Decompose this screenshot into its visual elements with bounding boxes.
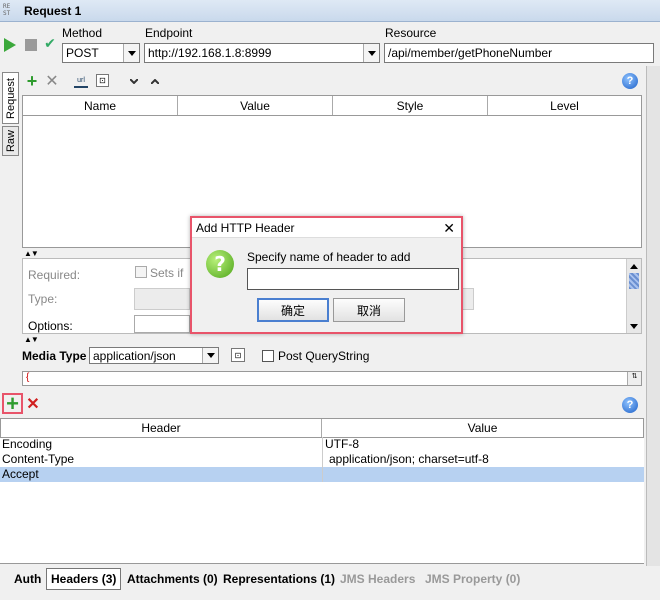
header-name-input[interactable]	[247, 268, 459, 290]
resize-icon[interactable]: ⊡	[96, 74, 109, 87]
method-select[interactable]: POST	[62, 43, 140, 63]
post-querystring-checkbox[interactable]	[262, 350, 274, 362]
table-row-selected[interactable]: Accept	[0, 467, 644, 482]
request-body-editor[interactable]: { ⇅	[22, 371, 642, 386]
cancel-button[interactable]: 取消	[333, 298, 405, 322]
type-select[interactable]	[134, 288, 190, 310]
dialog-title: Add HTTP Header	[196, 220, 295, 235]
dialog-prompt: Specify name of header to add	[247, 250, 411, 264]
headers-help-icon[interactable]: ?	[622, 397, 638, 413]
scroll-down-icon[interactable]	[627, 319, 641, 333]
options-label: Options:	[28, 319, 73, 333]
tab-representations[interactable]: Representations (1)	[223, 568, 335, 590]
chevron-down-icon	[123, 44, 139, 62]
media-type-select[interactable]: application/json	[89, 347, 219, 364]
question-icon: ?	[206, 250, 234, 278]
splitter-handle[interactable]: ▲▼	[24, 249, 39, 258]
tab-headers[interactable]: Headers (3)	[46, 568, 122, 590]
tab-raw-label: Raw	[4, 129, 17, 152]
column-header-style[interactable]: Style	[333, 96, 488, 115]
column-header-header[interactable]: Header	[1, 419, 322, 437]
url-icon[interactable]: url	[74, 74, 88, 88]
validate-icon[interactable]: ✔	[42, 36, 58, 52]
add-http-header-dialog: Add HTTP Header ✕ ? Specify name of head…	[190, 216, 463, 334]
title-bar: RE ST Request 1	[0, 0, 660, 22]
options-input[interactable]	[134, 315, 190, 333]
run-icon[interactable]	[3, 37, 17, 53]
header-name-cell[interactable]: Content-Type	[0, 452, 322, 467]
header-value-cell[interactable]: application/json; charset=utf-8	[322, 452, 644, 467]
remove-param-icon[interactable]: ✕	[45, 73, 59, 90]
type-label: Type:	[28, 292, 58, 306]
tab-jms-property[interactable]: JMS Property (0)	[425, 568, 520, 590]
table-row[interactable]: Content-Type application/json; charset=u…	[0, 452, 644, 467]
endpoint-select[interactable]: http://192.168.1.8:8999	[144, 43, 380, 63]
required-checkbox[interactable]	[135, 266, 147, 278]
close-icon[interactable]: ✕	[443, 220, 455, 237]
scroll-up-icon[interactable]	[627, 259, 641, 273]
sets-if-label: Sets if	[150, 266, 184, 280]
request-body-text: {	[26, 372, 30, 383]
required-label: Required:	[28, 268, 81, 282]
move-up-icon[interactable]	[149, 75, 161, 87]
headers-table-header: Header Value	[0, 418, 644, 438]
scroll-thumb[interactable]	[629, 273, 639, 289]
right-scrollbar[interactable]	[646, 66, 660, 566]
tab-request[interactable]: Request	[2, 72, 19, 124]
details-scrollbar[interactable]	[626, 259, 641, 333]
move-down-icon[interactable]	[128, 75, 140, 87]
tab-request-label: Request	[4, 77, 17, 119]
column-header-value[interactable]: Value	[322, 419, 643, 437]
add-header-button[interactable]: +	[2, 390, 23, 416]
add-param-icon[interactable]: +	[25, 71, 39, 91]
tab-attachments[interactable]: Attachments (0)	[127, 568, 218, 590]
endpoint-label: Endpoint	[145, 26, 193, 40]
resource-input[interactable]: /api/member/getPhoneNumber	[384, 43, 654, 63]
logo-line-2: ST	[3, 10, 11, 17]
stop-icon[interactable]	[24, 38, 38, 52]
resource-label: Resource	[385, 26, 437, 40]
tab-auth[interactable]: Auth	[14, 568, 41, 590]
media-type-label: Media Type	[22, 349, 87, 363]
media-type-value: application/json	[93, 348, 176, 363]
post-querystring-label: Post QueryString	[278, 349, 370, 363]
column-header-value[interactable]: Value	[178, 96, 333, 115]
remove-header-icon[interactable]: ✕	[25, 395, 41, 413]
body-scroll-icon[interactable]: ⇅	[627, 372, 641, 385]
column-header-level[interactable]: Level	[488, 96, 641, 115]
rest-logo-icon: RE ST	[3, 3, 19, 19]
header-value-cell[interactable]	[322, 467, 644, 482]
chevron-down-icon	[363, 44, 379, 62]
params-table-header: Name Value Style Level	[23, 96, 641, 116]
method-value: POST	[66, 46, 99, 60]
logo-line-1: RE	[3, 3, 11, 10]
table-row[interactable]: Encoding UTF-8	[0, 437, 644, 452]
window-title: Request 1	[24, 4, 82, 18]
help-icon[interactable]: ?	[622, 73, 638, 89]
method-label: Method	[62, 26, 103, 40]
expand-body-icon[interactable]: ⊡	[231, 348, 245, 362]
endpoint-value: http://192.168.1.8:8999	[148, 46, 272, 60]
tab-jms-headers[interactable]: JMS Headers	[340, 568, 415, 590]
header-name-cell[interactable]: Encoding	[0, 437, 322, 452]
tab-raw[interactable]: Raw	[2, 126, 19, 156]
splitter-handle-2[interactable]: ▲▼	[24, 335, 39, 344]
header-value-cell[interactable]: UTF-8	[322, 437, 644, 452]
dialog-title-bar: Add HTTP Header ✕	[192, 218, 461, 238]
header-name-cell[interactable]: Accept	[0, 467, 322, 482]
add-icon: +	[6, 390, 19, 416]
ok-button[interactable]: 确定	[257, 298, 329, 322]
chevron-down-icon	[202, 348, 218, 363]
column-header-name[interactable]: Name	[23, 96, 178, 115]
